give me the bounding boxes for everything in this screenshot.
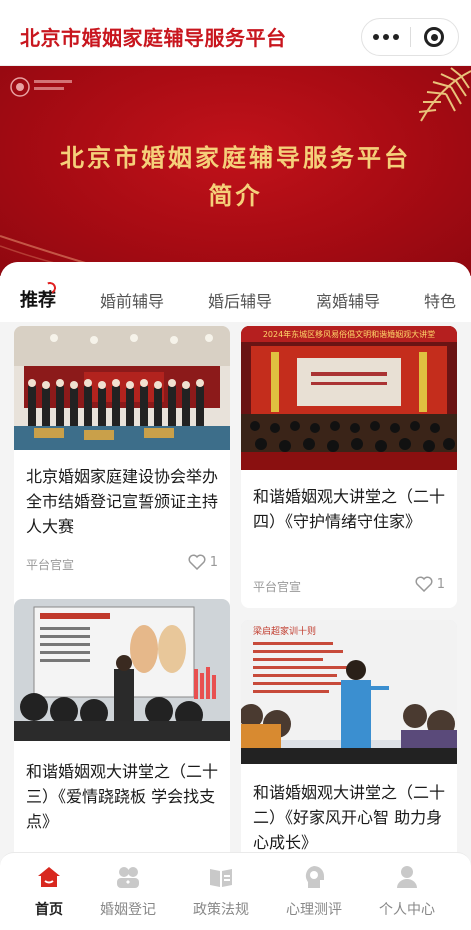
tab-divorce[interactable]: 离婚辅导 <box>316 288 380 312</box>
nav-label: 个人中心 <box>379 902 435 918</box>
tab-featured[interactable]: 特色 <box>424 288 456 312</box>
nav-marriage-registration[interactable]: 婚姻登记 <box>81 863 175 919</box>
decorative-leaf-icon <box>418 67 471 122</box>
page-title: 北京市婚姻家庭辅导服务平台 <box>20 26 287 50</box>
article-image: 2024年东城区移风易俗倡文明和谐婚姻观大讲堂 <box>241 326 457 470</box>
image-caption: 梁启超家训十则 <box>253 625 316 637</box>
article-image <box>14 599 230 741</box>
article-image <box>14 326 230 450</box>
content-panel: 推荐 婚前辅导 婚后辅导 离婚辅导 特色 北京婚姻家庭建设协会举办全市结婚登记宣… <box>0 262 471 862</box>
nav-policy[interactable]: 政策法规 <box>174 863 268 919</box>
like-count: 1 <box>209 554 218 570</box>
article-title: 和谐婚姻观大讲堂之（二十三）《爱情跷跷板 学会找支点》 <box>26 762 219 831</box>
more-menu-button[interactable] <box>362 19 410 55</box>
couple-icon <box>117 867 139 888</box>
platform-logo <box>10 77 72 97</box>
article-card[interactable]: 梁启超家训十则 和谐婚姻观大讲堂之（二十二）《好家风开心智 助力身心成长》 <box>241 620 457 862</box>
tab-premarital[interactable]: 婚前辅导 <box>100 288 164 312</box>
banner-title: 北京市婚姻家庭辅导服务平台 <box>60 143 411 172</box>
head-icon <box>305 866 324 888</box>
article-image: 梁启超家训十则 <box>241 620 457 764</box>
heart-icon <box>415 576 433 592</box>
article-source: 平台官宣 <box>253 580 302 594</box>
miniprogram-capsule <box>361 18 459 56</box>
like-button[interactable]: 1 <box>415 576 445 592</box>
close-button[interactable] <box>410 19 458 55</box>
person-icon <box>397 866 417 888</box>
article-title: 和谐婚姻观大讲堂之（二十四）《守护情绪守住家》 <box>253 487 446 531</box>
category-tabs: 推荐 婚前辅导 婚后辅导 离婚辅导 特色 <box>0 262 471 322</box>
nav-psych-test[interactable]: 心理测评 <box>267 863 361 919</box>
close-icon <box>424 27 445 47</box>
article-source: 平台官宣 <box>26 558 75 572</box>
nav-label: 婚姻登记 <box>100 902 156 918</box>
bottom-nav: 首页 婚姻登记 政策法规 心理测评 个人中心 <box>0 852 471 930</box>
nav-label: 心理测评 <box>286 902 342 918</box>
like-button[interactable]: 1 <box>188 554 218 570</box>
banner-subtitle: 简介 <box>208 181 263 210</box>
article-title: 和谐婚姻观大讲堂之（二十二）《好家风开心智 助力身心成长》 <box>253 783 446 852</box>
home-icon <box>38 867 60 887</box>
article-title: 北京婚姻家庭建设协会举办全市结婚登记宣誓颁证主持人大赛 <box>26 467 219 536</box>
intro-banner[interactable]: 北京市婚姻家庭辅导服务平台 简介 <box>0 66 471 276</box>
app-header: 北京市婚姻家庭辅导服务平台 <box>0 0 471 66</box>
nav-label: 政策法规 <box>193 902 249 918</box>
article-card[interactable]: 2024年东城区移风易俗倡文明和谐婚姻观大讲堂 和谐婚姻观大讲堂之（二十四）《守… <box>241 326 457 608</box>
tab-postmarital[interactable]: 婚后辅导 <box>208 288 272 312</box>
article-card[interactable]: 和谐婚姻观大讲堂之（二十三）《爱情跷跷板 学会找支点》 <box>14 599 230 862</box>
book-icon <box>210 869 232 887</box>
image-caption: 2024年东城区移风易俗倡文明和谐婚姻观大讲堂 <box>263 329 435 339</box>
heart-icon <box>188 554 206 570</box>
like-count: 1 <box>436 576 445 592</box>
nav-profile[interactable]: 个人中心 <box>360 863 454 919</box>
